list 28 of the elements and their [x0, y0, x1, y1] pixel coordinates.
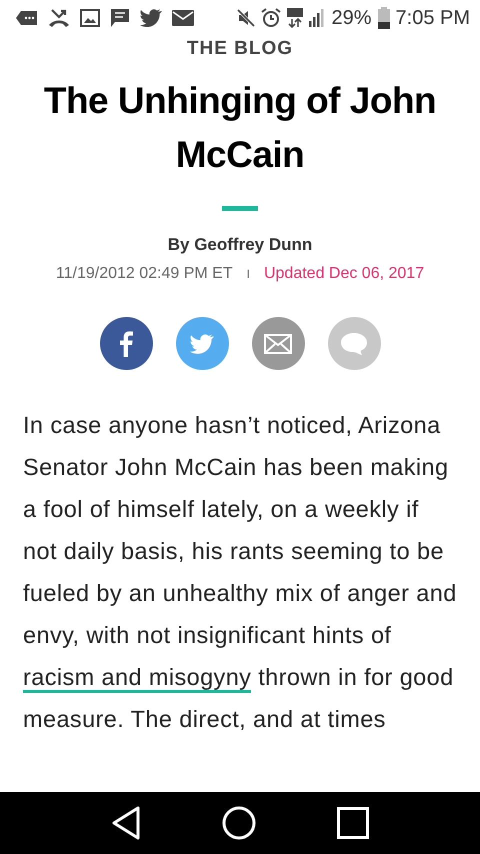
message-icon [110, 8, 130, 28]
separator: I [246, 267, 250, 281]
publish-date: 11/19/2012 02:49 PM ET [56, 265, 233, 283]
updated-date: Updated Dec 06, 2017 [264, 265, 424, 283]
section-label: THE BLOG [186, 38, 294, 60]
mail-icon [172, 10, 194, 26]
article-paragraph: In case anyone hasn’t noticed, Arizona Senator John McCain has been making a fool of himself lately, on a weekly if not daily basis, his rants seeming to be fueled by an unhealthy mix of anger and envy, with not insignificant hints of racism and misogyny thrown in for good measure. The direct, and at times [23, 411, 458, 734]
author-byline: By Geoffrey Dunn [166, 235, 314, 255]
missed-call-icon [48, 8, 70, 28]
article-link[interactable]: racism and misogyny [23, 664, 252, 693]
mail-icon [264, 334, 292, 354]
bird-icon [140, 9, 162, 27]
f-logo-icon [119, 330, 133, 356]
mute-icon [237, 9, 256, 27]
battery-percentage: 29% [331, 6, 372, 30]
recents-icon[interactable] [337, 807, 370, 839]
alarm-icon [261, 8, 282, 28]
article-title: The Unhinging of John McCain [42, 79, 438, 177]
clock-time: 7:05 PM [396, 6, 470, 30]
bird-icon [190, 334, 214, 354]
signal-icon [309, 8, 326, 28]
image-icon [80, 9, 100, 27]
back-icon[interactable] [110, 806, 141, 840]
lte-icon [287, 8, 304, 28]
battery-icon [378, 7, 390, 29]
speech-bubble-icon [340, 332, 368, 356]
home-icon[interactable] [222, 806, 256, 840]
chat-icon [16, 10, 38, 26]
